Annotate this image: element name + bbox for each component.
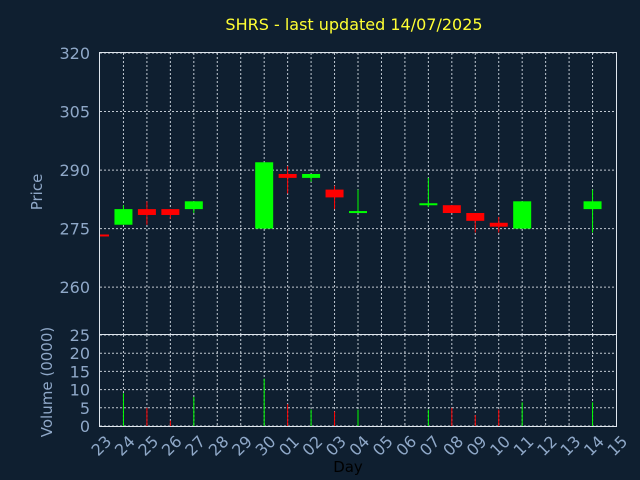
price-axis-label: Price xyxy=(28,174,46,211)
candle-body xyxy=(302,173,321,178)
x-axis: 2324252627282930010203040506070809101112… xyxy=(87,432,631,460)
price-tick-label: 305 xyxy=(59,103,90,122)
candle-body xyxy=(161,209,180,215)
candle-body xyxy=(137,209,156,215)
volume-tick-label: 5 xyxy=(80,399,90,418)
volume-tick-label: 25 xyxy=(70,326,90,345)
price-tick-label: 290 xyxy=(59,161,90,180)
stock-chart: SHRS - last updated 14/07/2025 260 275 290… xyxy=(0,0,640,480)
candle-body xyxy=(100,234,109,237)
chart-title: SHRS - last updated 14/07/2025 xyxy=(225,15,482,34)
candle-body xyxy=(442,205,461,214)
price-tick-label: 320 xyxy=(59,44,90,63)
volume-axis-label: Volume (0000) xyxy=(38,327,56,437)
volume-tick-label: 15 xyxy=(70,362,90,381)
candle-body xyxy=(184,201,203,210)
candle-body xyxy=(513,201,532,229)
candle-body xyxy=(466,213,485,221)
price-tick-label: 275 xyxy=(59,220,90,239)
candle-body xyxy=(489,222,508,227)
x-axis-label: Day xyxy=(333,458,363,476)
candle-body xyxy=(583,201,602,210)
candle-body xyxy=(325,189,344,198)
price-tick-label: 260 xyxy=(59,278,90,297)
volume-tick-label: 20 xyxy=(70,344,90,363)
volume-tick-label: 0 xyxy=(80,417,90,436)
candle-body xyxy=(114,209,133,225)
candle-body xyxy=(278,173,297,178)
candle-body xyxy=(349,211,367,214)
candle-body xyxy=(419,203,438,206)
volume-tick-label: 10 xyxy=(70,381,90,400)
candle-body xyxy=(255,162,274,229)
